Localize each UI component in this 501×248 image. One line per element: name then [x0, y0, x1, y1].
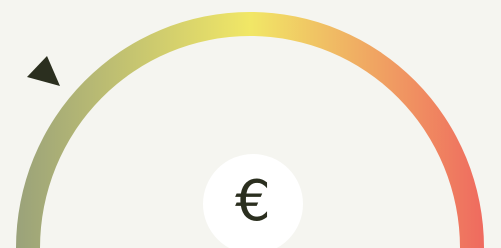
currency-badge: € — [203, 154, 303, 248]
gauge-pointer — [27, 56, 60, 86]
price-gauge-widget: € — [0, 0, 501, 248]
euro-icon: € — [235, 169, 271, 234]
